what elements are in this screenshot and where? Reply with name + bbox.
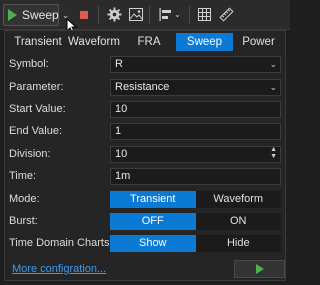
division-label: Division: <box>9 148 51 160</box>
run-mode-dropdown-button[interactable]: ⌄ <box>59 4 72 26</box>
mode-label: Mode: <box>9 193 40 205</box>
ruler-icon <box>218 6 234 22</box>
toolbar-divider <box>149 6 150 24</box>
image-icon <box>128 8 143 21</box>
time-value: 1m <box>115 170 131 182</box>
time-label: Time: <box>9 170 37 182</box>
symbol-label: Symbol: <box>9 58 49 70</box>
end-value-label: End Value: <box>9 125 63 137</box>
parameter-select[interactable]: Resistance ⌄ <box>110 79 281 96</box>
stop-icon <box>80 11 88 19</box>
tab-sweep[interactable]: Sweep <box>176 33 233 51</box>
play-icon <box>255 264 264 274</box>
run-sweep-label: Sweep <box>22 8 59 22</box>
image-button[interactable] <box>128 7 143 22</box>
chevron-down-icon: ⌄ <box>174 10 181 19</box>
burst-toggle: OFF ON <box>110 213 281 230</box>
gear-icon <box>107 7 122 22</box>
toolbar: Sweep ⌄ ⌄ <box>0 0 290 30</box>
symbol-value: R <box>115 58 123 70</box>
chevron-down-icon: ⌄ <box>269 82 277 92</box>
division-stepper[interactable]: 10 ▲ ▼ <box>110 146 281 163</box>
burst-label: Burst: <box>9 215 38 227</box>
more-configuration-link[interactable]: More configration... <box>12 263 106 275</box>
tab-fra[interactable]: FRA <box>122 33 176 51</box>
parameter-label: Parameter: <box>9 81 64 93</box>
symbol-select[interactable]: R ⌄ <box>110 56 281 73</box>
stop-button[interactable] <box>78 9 90 21</box>
time-domain-charts-label: Time Domain Charts: <box>9 237 113 249</box>
mode-transient-option[interactable]: Transient <box>110 191 196 208</box>
align-icon <box>159 8 172 21</box>
start-value-input[interactable]: 10 <box>110 101 281 118</box>
burst-on-option[interactable]: ON <box>195 213 281 230</box>
end-value: 1 <box>115 125 122 137</box>
measure-button[interactable] <box>218 6 234 22</box>
end-value-input[interactable]: 1 <box>110 123 281 140</box>
tab-power[interactable]: Power <box>233 33 284 51</box>
charts-show-option[interactable]: Show <box>110 235 196 252</box>
grid-icon <box>197 7 211 21</box>
start-value-label: Start Value: <box>9 103 66 115</box>
run-button[interactable] <box>234 260 285 278</box>
time-input[interactable]: 1m <box>110 168 281 185</box>
chevron-down-icon: ⌄ <box>61 9 70 20</box>
mode-waveform-option[interactable]: Waveform <box>195 191 281 208</box>
start-value: 10 <box>115 103 128 115</box>
tab-transient[interactable]: Transient <box>10 33 66 51</box>
mode-toggle: Transient Waveform <box>110 191 281 208</box>
analysis-tabs: Transient Waveform FRA Sweep Power <box>10 33 282 51</box>
spin-arrows-icon[interactable]: ▲ ▼ <box>270 146 277 160</box>
align-dropdown-button[interactable]: ⌄ <box>157 7 183 22</box>
settings-button[interactable] <box>106 6 123 23</box>
grid-button[interactable] <box>197 7 211 21</box>
sweep-settings-panel: Transient Waveform FRA Sweep Power Symbo… <box>4 30 286 281</box>
chevron-down-icon: ⌄ <box>269 59 277 69</box>
play-icon <box>8 9 17 21</box>
run-sweep-button[interactable]: Sweep <box>3 4 59 26</box>
toolbar-divider <box>189 6 190 24</box>
time-domain-charts-toggle: Show Hide <box>110 235 281 252</box>
burst-off-option[interactable]: OFF <box>110 213 196 230</box>
charts-hide-option[interactable]: Hide <box>195 235 281 252</box>
parameter-value: Resistance <box>115 81 170 93</box>
toolbar-divider <box>98 6 99 24</box>
tab-waveform[interactable]: Waveform <box>66 33 122 51</box>
division-value: 10 <box>115 148 128 160</box>
